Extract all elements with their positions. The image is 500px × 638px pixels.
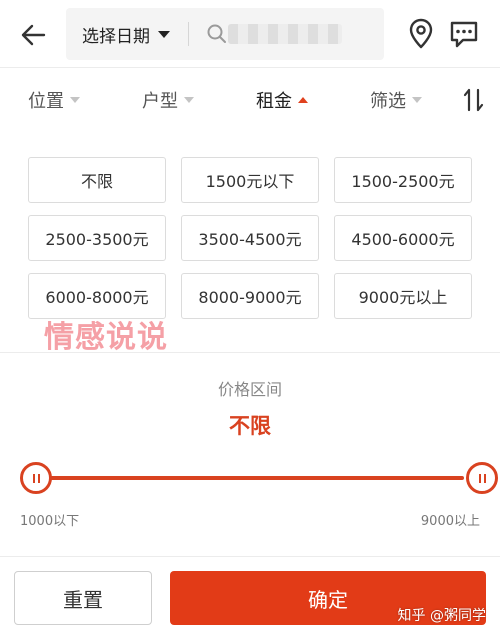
price-option[interactable]: 不限 [28, 157, 166, 203]
price-option[interactable]: 1500元以下 [181, 157, 319, 203]
slider-max-label: 9000以上 [420, 514, 480, 529]
price-option[interactable]: 4500-6000元 [334, 215, 472, 261]
search-input[interactable] [228, 24, 342, 44]
triangle-up-icon [298, 97, 308, 103]
date-select[interactable]: 选择日期 [82, 8, 170, 60]
grip-icon [478, 473, 486, 483]
price-range-value: 不限 [229, 414, 271, 438]
caret-down-icon [158, 30, 170, 38]
filter-bar: 位置 户型 租金 筛选 [0, 69, 500, 131]
price-slider-max-handle[interactable] [466, 462, 498, 494]
sort-icon[interactable] [462, 87, 486, 113]
grip-icon [32, 473, 40, 483]
filter-tab-layout[interactable]: 户型 [142, 69, 194, 131]
watermark-text: 情感说说 [44, 320, 168, 355]
filter-tab-location[interactable]: 位置 [28, 69, 80, 131]
location-pin-icon[interactable] [406, 18, 436, 50]
price-option[interactable]: 2500-3500元 [28, 215, 166, 261]
price-option[interactable]: 1500-2500元 [334, 157, 472, 203]
search-divider [188, 22, 189, 46]
filter-tab-rent[interactable]: 租金 [256, 69, 308, 131]
footer-bar: 重置 确定 知乎 @粥同学 [0, 556, 500, 638]
section-divider [0, 352, 500, 353]
search-icon [206, 23, 228, 45]
price-slider-track[interactable] [36, 476, 464, 480]
source-credit: 知乎 @粥同学 [397, 608, 486, 624]
message-icon[interactable] [448, 18, 480, 50]
search-box[interactable]: 选择日期 [66, 8, 384, 60]
date-select-label: 选择日期 [82, 26, 150, 47]
price-range-title: 价格区间 [217, 380, 282, 399]
reset-button[interactable]: 重置 [14, 571, 152, 625]
slider-min-label: 1000以下 [20, 514, 80, 529]
filter-tab-label: 位置 [28, 91, 64, 112]
filter-tab-label: 筛选 [370, 91, 406, 112]
price-option[interactable]: 9000元以上 [334, 273, 472, 319]
filter-tab-label: 户型 [142, 91, 178, 112]
price-option[interactable]: 3500-4500元 [181, 215, 319, 261]
triangle-down-icon [184, 97, 194, 103]
triangle-down-icon [412, 97, 422, 103]
filter-tab-more[interactable]: 筛选 [370, 69, 422, 131]
top-bar: 选择日期 [0, 0, 500, 68]
filter-tab-label: 租金 [256, 91, 292, 112]
triangle-down-icon [70, 97, 80, 103]
price-option[interactable]: 8000-9000元 [181, 273, 319, 319]
price-slider-min-handle[interactable] [20, 462, 52, 494]
back-arrow-icon[interactable] [18, 20, 48, 50]
